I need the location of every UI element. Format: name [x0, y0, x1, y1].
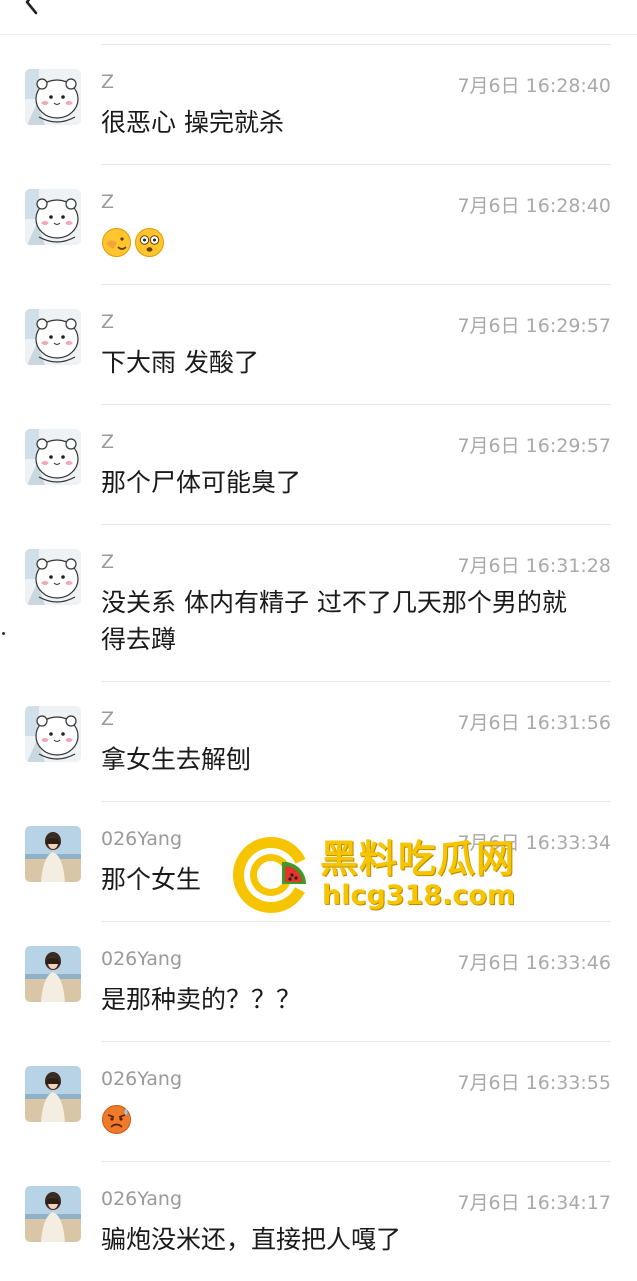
- message-text: 拿女生去解刨: [101, 745, 252, 774]
- avatar[interactable]: [25, 1066, 81, 1122]
- sender-name: Z: [101, 431, 115, 453]
- watermark-title: 黑料吃瓜网: [320, 837, 516, 881]
- avatar[interactable]: [25, 946, 81, 1002]
- divider: [101, 801, 611, 802]
- sender-name: 026Yang: [101, 828, 183, 850]
- message-item[interactable]: Z 7月6日 16:29:57 那个尸体可能臭了: [0, 404, 637, 524]
- message-text: 那个尸体可能臭了: [101, 468, 302, 497]
- avatar[interactable]: [25, 549, 81, 605]
- sender-name: 026Yang: [101, 948, 183, 970]
- avatar[interactable]: [25, 189, 81, 245]
- divider: [101, 1161, 611, 1162]
- avatar[interactable]: [25, 309, 81, 365]
- message-item[interactable]: 026Yang 7月6日 16:33:55: [0, 1041, 637, 1161]
- message-text: 很恶心 操完就杀: [101, 108, 284, 137]
- message-list: Z 7月6日 16:28:40 很恶心 操完就杀 Z 7月6日 16:28:40 Z 7…: [0, 44, 637, 1281]
- stray-dot: [2, 632, 5, 635]
- message-item[interactable]: Z 7月6日 16:31:56 拿女生去解刨: [0, 681, 637, 801]
- back-button[interactable]: [16, 0, 46, 16]
- top-bar: [0, 0, 637, 35]
- divider: [101, 524, 611, 525]
- message-item[interactable]: 026Yang 7月6日 16:33:46 是那种卖的？？？: [0, 921, 637, 1041]
- shocked-emoji-icon: [134, 227, 165, 258]
- chevron-left-icon: [16, 0, 46, 16]
- avatar[interactable]: [25, 706, 81, 762]
- divider: [101, 921, 611, 922]
- divider: [101, 284, 611, 285]
- avatar[interactable]: [25, 826, 81, 882]
- message-text: 是那种卖的？？？: [101, 985, 302, 1014]
- divider: [101, 681, 611, 682]
- facepalm-emoji-icon: [101, 227, 132, 258]
- avatar[interactable]: [25, 69, 81, 125]
- timestamp: 7月6日 16:33:55: [457, 1072, 611, 1094]
- timestamp: 7月6日 16:31:56: [457, 712, 611, 734]
- timestamp: 7月6日 16:28:40: [457, 75, 611, 97]
- message-item[interactable]: Z 7月6日 16:29:57 下大雨 发酸了: [0, 284, 637, 404]
- divider: [101, 164, 611, 165]
- watermark: 黑料吃瓜网 hlcg318.com: [230, 830, 540, 920]
- watermelon-logo-icon: [230, 834, 312, 920]
- message-text: 下大雨 发酸了: [101, 348, 259, 377]
- timestamp: 7月6日 16:29:57: [457, 435, 611, 457]
- sender-name: Z: [101, 191, 115, 213]
- divider: [101, 1041, 611, 1042]
- emoji-message: [101, 1104, 132, 1136]
- sender-name: Z: [101, 71, 115, 93]
- sender-name: 026Yang: [101, 1188, 183, 1210]
- timestamp: 7月6日 16:33:46: [457, 952, 611, 974]
- divider: [101, 404, 611, 405]
- timestamp: 7月6日 16:34:17: [457, 1192, 611, 1214]
- timestamp: 7月6日 16:29:57: [457, 315, 611, 337]
- message-item[interactable]: 026Yang 7月6日 16:34:17 骗炮没米还，直接把人嘎了: [0, 1161, 637, 1281]
- message-item[interactable]: Z 7月6日 16:28:40: [0, 164, 637, 284]
- sweat-emoji-icon: [101, 1104, 132, 1135]
- divider: [101, 44, 611, 45]
- message-text: 骗炮没米还，直接把人嘎了: [101, 1225, 402, 1254]
- watermark-url: hlcg318.com: [322, 880, 516, 911]
- sender-name: Z: [101, 311, 115, 333]
- avatar[interactable]: [25, 429, 81, 485]
- message-text: 没关系 体内有精子 过不了几天那个男的就 得去蹲: [101, 588, 567, 654]
- sender-name: Z: [101, 551, 115, 573]
- sender-name: Z: [101, 708, 115, 730]
- avatar[interactable]: [25, 1186, 81, 1242]
- timestamp: 7月6日 16:28:40: [457, 195, 611, 217]
- emoji-message: [101, 227, 165, 259]
- sender-name: 026Yang: [101, 1068, 183, 1090]
- message-item[interactable]: Z 7月6日 16:31:28 没关系 体内有精子 过不了几天那个男的就 得去蹲: [0, 524, 637, 681]
- message-item[interactable]: Z 7月6日 16:28:40 很恶心 操完就杀: [0, 44, 637, 164]
- timestamp: 7月6日 16:31:28: [457, 555, 611, 577]
